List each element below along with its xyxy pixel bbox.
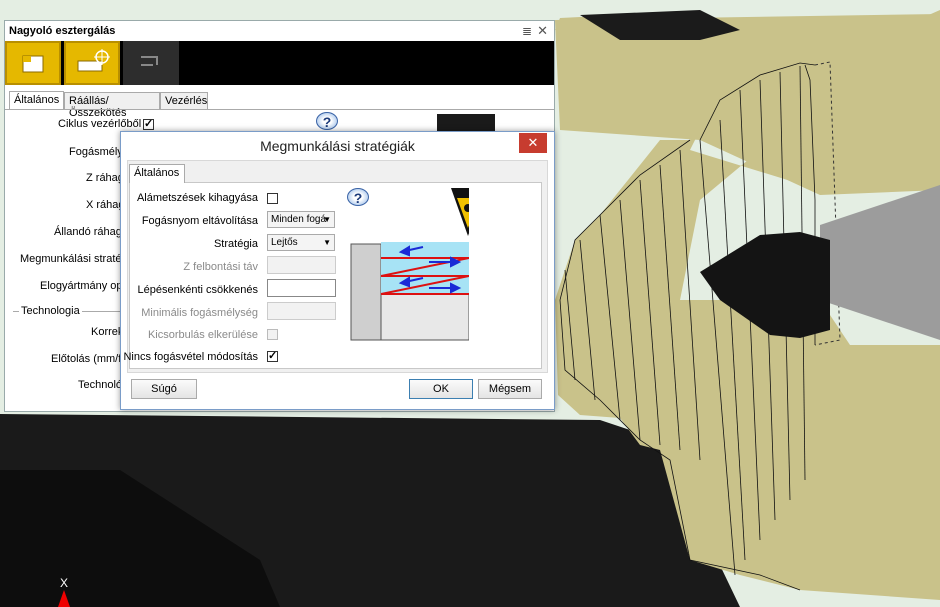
- tab-vezerles[interactable]: Vezérlés: [160, 92, 208, 109]
- tab-altalanos[interactable]: Általános: [9, 91, 64, 110]
- alametszesek-checkbox[interactable]: [267, 193, 278, 204]
- cancel-button[interactable]: Mégsem: [478, 379, 542, 399]
- z-felbontasi-label: Z felbontási táv: [183, 261, 258, 273]
- lepesenkenti-label: Lépésenkénti csökkenés: [137, 284, 258, 296]
- chevron-down-icon: ▼: [323, 238, 331, 247]
- fogasnyom-select[interactable]: Minden fogá ▼: [267, 211, 335, 228]
- lepesenkenti-input[interactable]: [267, 279, 336, 297]
- fogasnyom-label: Fogásnyom eltávolítása: [141, 215, 258, 227]
- ciklus-checkbox[interactable]: [143, 117, 154, 130]
- link-icon: [141, 56, 158, 66]
- strategia-select[interactable]: Lejtős ▼: [267, 234, 335, 251]
- technolo-label: Technoló: [78, 379, 123, 391]
- ciklus-label: Ciklus vezérlőből: [58, 118, 142, 130]
- workpiece-face-shape: [350, 243, 382, 341]
- dialog-close-button[interactable]: ✕: [519, 133, 547, 153]
- z-felbontasi-input[interactable]: [267, 256, 336, 274]
- panel-titlebar: Nagyoló esztergálás ≣ ✕: [5, 21, 554, 41]
- strategy-illustration: [349, 188, 469, 342]
- panel-help-icon[interactable]: ?: [316, 112, 338, 130]
- ok-button[interactable]: OK: [409, 379, 473, 399]
- technologia-group-label: Technologia: [19, 305, 82, 317]
- minimalis-input[interactable]: [267, 302, 336, 320]
- nincs-checkbox[interactable]: [267, 349, 278, 362]
- tool-icon: [77, 49, 110, 72]
- workpiece-body-shape: [380, 293, 469, 341]
- x-axis-label: X: [60, 576, 68, 590]
- pin-icon[interactable]: ≣: [522, 24, 532, 38]
- fogasnyom-value: Minden fogá: [271, 214, 327, 225]
- strategies-dialog: Megmunkálási stratégiák ✕ Általános Alám…: [120, 131, 555, 410]
- z-rahagy-label: Z ráhag: [86, 172, 124, 184]
- strategia-label: Megmunkálási stratég: [20, 253, 128, 265]
- kicsorbulas-checkbox[interactable]: [267, 329, 278, 340]
- tool-tab-button[interactable]: [64, 41, 120, 85]
- elogyartmany-label: Elogyártmány opc: [40, 280, 129, 292]
- strategia-value: Lejtős: [271, 237, 298, 248]
- strategia-label: Stratégia: [213, 238, 258, 250]
- x-rahagy-label: X ráhag: [86, 199, 125, 211]
- elotolas-label: Előtolás (mm/fo: [51, 353, 128, 365]
- part-icon: [22, 55, 44, 73]
- dialog-title: Megmunkálási stratégiák: [260, 138, 415, 154]
- help-button[interactable]: Súgó: [131, 379, 197, 399]
- dialog-tab-altalanos[interactable]: Általános: [129, 164, 185, 183]
- allando-label: Állandó ráhag: [54, 226, 122, 238]
- kicsorbulas-label: Kicsorbulás elkerülése: [147, 329, 258, 341]
- part-tab-button[interactable]: [5, 41, 61, 85]
- panel-title: Nagyoló esztergálás: [9, 25, 116, 37]
- alametszesek-label: Alámetszések kihagyása: [136, 192, 258, 204]
- chevron-down-icon: ▼: [323, 215, 331, 224]
- tab-raallas[interactable]: Ráállás/Összekötés: [64, 92, 160, 119]
- tab-divider: [5, 109, 554, 110]
- nincs-label: Nincs fogásvétel módosítás: [123, 351, 258, 363]
- minimalis-label: Minimális fogásmélység: [141, 307, 258, 319]
- panel-toolbar: [5, 41, 554, 85]
- link-tab-button[interactable]: [123, 41, 179, 85]
- korrek-label: Korrek: [91, 326, 124, 338]
- close-icon[interactable]: ✕: [537, 23, 548, 39]
